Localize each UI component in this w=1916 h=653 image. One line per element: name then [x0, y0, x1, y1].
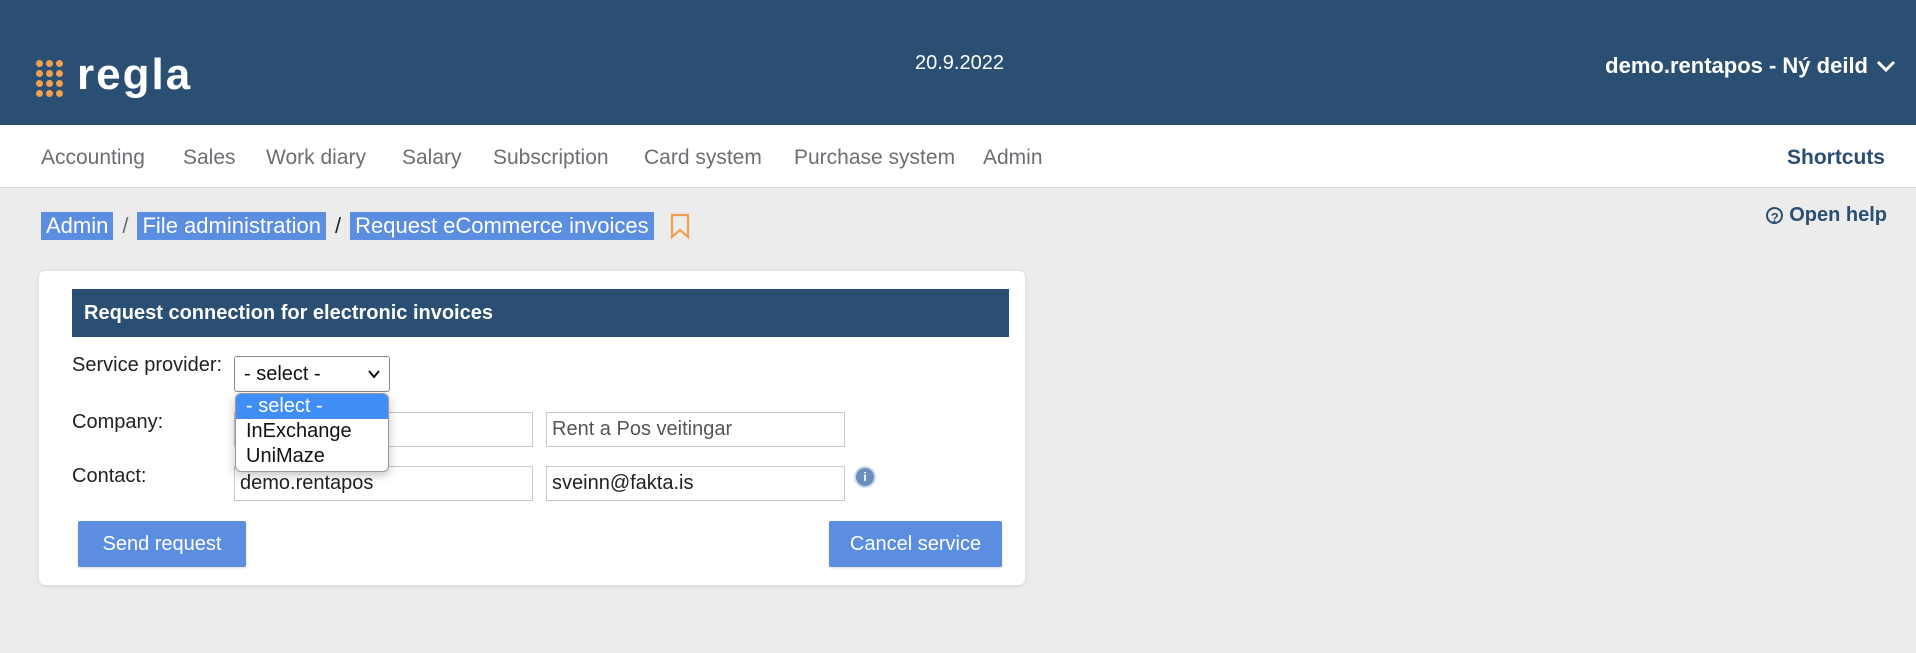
bookmark-icon[interactable]: [670, 213, 690, 239]
chevron-down-icon: [1876, 60, 1896, 73]
top-header: regla 20.9.2022 demo.rentapos - Ný deild: [0, 0, 1916, 125]
nav-item-accounting[interactable]: Accounting: [41, 146, 145, 170]
request-connection-card: Request connection for electronic invoic…: [39, 271, 1025, 585]
card-title: Request connection for electronic invoic…: [72, 289, 1009, 337]
breadcrumb-separator: /: [122, 213, 129, 238]
question-circle-icon: ?: [1766, 207, 1784, 225]
send-request-button[interactable]: Send request: [78, 521, 246, 567]
dropdown-option-select[interactable]: - select -: [236, 394, 388, 419]
user-menu-label: demo.rentapos - Ný deild: [1605, 53, 1868, 78]
open-help-label: Open help: [1789, 204, 1887, 226]
service-provider-label: Service provider:: [72, 354, 223, 376]
info-icon[interactable]: i: [854, 466, 876, 488]
service-provider-value: - select -: [244, 363, 321, 385]
regla-logo[interactable]: regla: [36, 50, 193, 99]
company-label: Company:: [72, 411, 164, 433]
current-date: 20.9.2022: [915, 52, 1004, 74]
breadcrumb-file-administration[interactable]: File administration: [137, 212, 326, 240]
shortcuts-link[interactable]: Shortcuts: [1787, 146, 1885, 170]
nav-item-admin[interactable]: Admin: [983, 146, 1043, 170]
contact-email-field[interactable]: sveinn@fakta.is: [546, 466, 845, 501]
breadcrumb-request-ecommerce-invoices: Request eCommerce invoices: [350, 212, 654, 240]
contact-label: Contact:: [72, 465, 147, 487]
logo-text: regla: [77, 50, 193, 99]
cancel-service-button[interactable]: Cancel service: [829, 521, 1002, 567]
nav-item-salary[interactable]: Salary: [402, 146, 462, 170]
open-help-link[interactable]: ? Open help: [1766, 204, 1887, 227]
chevron-down-icon: [368, 370, 380, 379]
breadcrumb-separator: /: [335, 213, 342, 238]
nav-item-work-diary[interactable]: Work diary: [266, 146, 366, 170]
nav-item-purchase-system[interactable]: Purchase system: [794, 146, 955, 170]
service-provider-dropdown: - select - InExchange UniMaze: [235, 393, 389, 472]
nav-item-sales[interactable]: Sales: [183, 146, 236, 170]
dropdown-option-unimaze[interactable]: UniMaze: [236, 444, 388, 469]
breadcrumb-admin[interactable]: Admin: [41, 212, 114, 240]
breadcrumb: Admin / File administration / Request eC…: [41, 212, 690, 240]
nav-item-subscription[interactable]: Subscription: [493, 146, 609, 170]
logo-dots-icon: [36, 59, 63, 97]
service-provider-select[interactable]: - select -: [234, 356, 390, 392]
main-nav: Accounting Sales Work diary Salary Subsc…: [0, 125, 1916, 188]
company-name-field[interactable]: Rent a Pos veitingar: [546, 412, 845, 447]
user-menu[interactable]: demo.rentapos - Ný deild: [1605, 53, 1896, 79]
nav-item-card-system[interactable]: Card system: [644, 146, 762, 170]
dropdown-option-inexchange[interactable]: InExchange: [236, 419, 388, 444]
